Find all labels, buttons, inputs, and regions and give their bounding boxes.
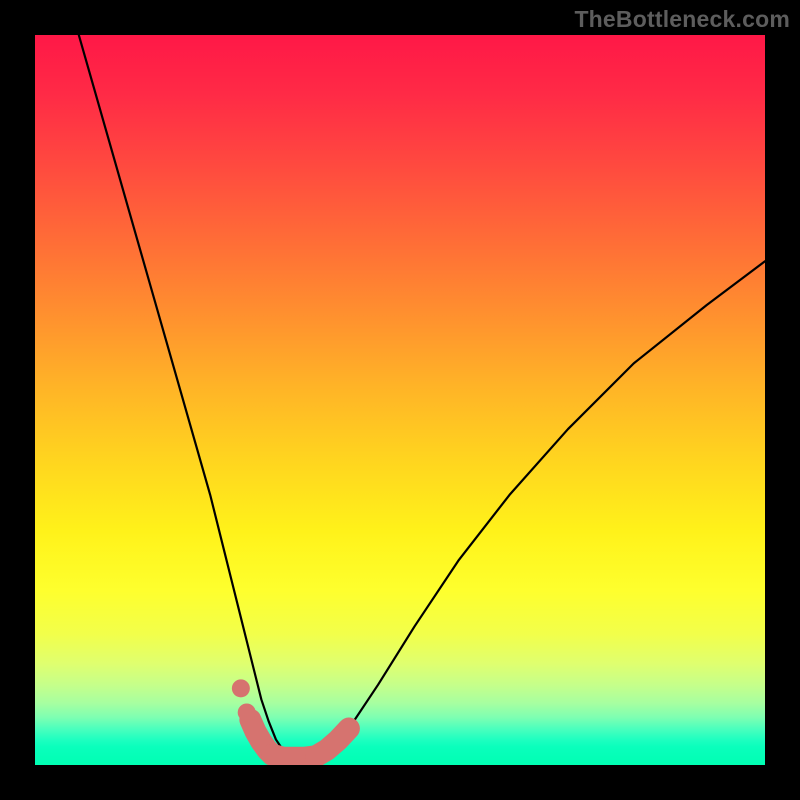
thick-right [316,729,349,757]
plot-area [35,35,765,765]
watermark-text: TheBottleneck.com [574,6,790,33]
dot-2 [238,703,256,721]
markers [232,679,256,721]
thick-segments [250,720,349,758]
dot-1 [232,679,250,697]
chart-frame: TheBottleneck.com [0,0,800,800]
bottleneck-curve [79,35,765,758]
curve-layer [35,35,765,765]
